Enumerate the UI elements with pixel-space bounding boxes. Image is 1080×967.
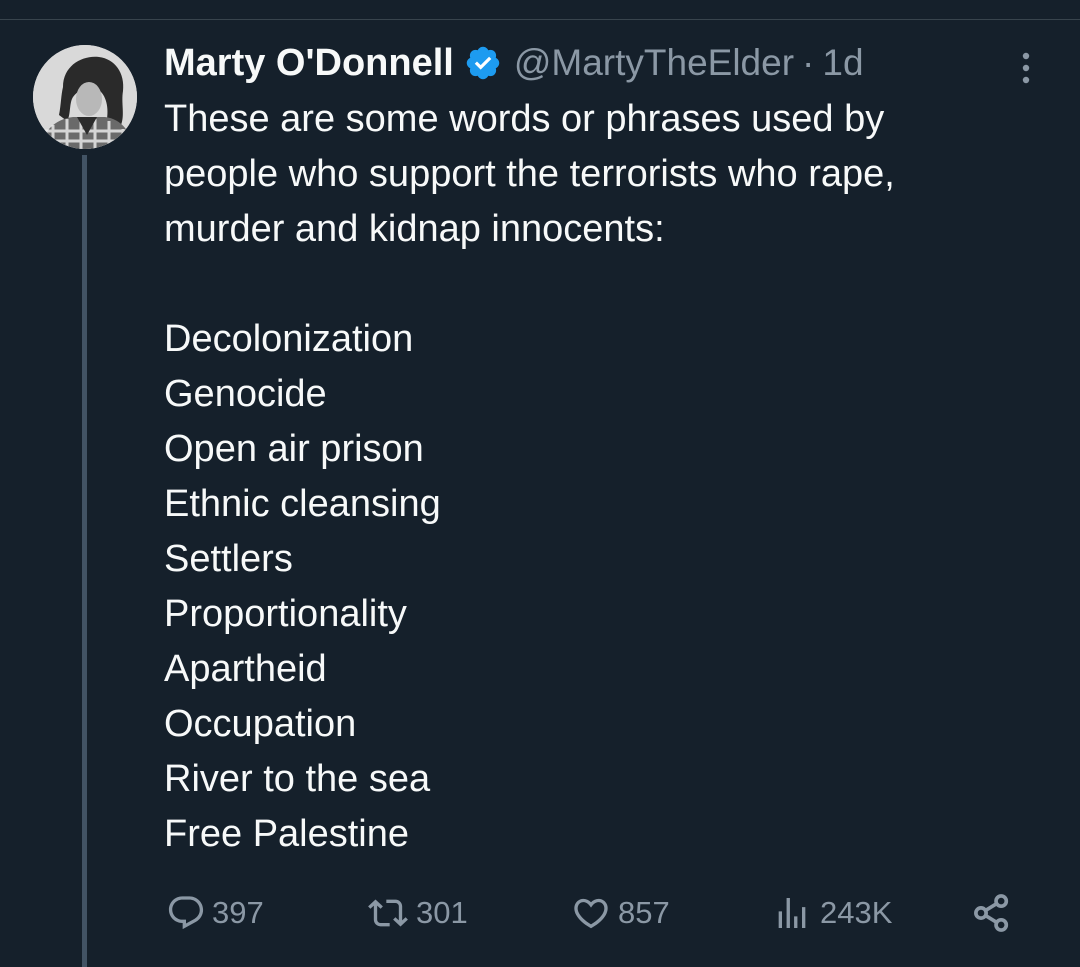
tweet-list-item: Free Palestine — [164, 813, 410, 855]
tweet-list-item: River to the sea — [164, 758, 431, 800]
reply-button[interactable]: 397 — [166, 888, 264, 938]
share-button[interactable] — [970, 888, 1014, 938]
repost-count: 301 — [416, 895, 468, 930]
views-count: 243K — [820, 895, 893, 930]
author-handle[interactable]: @MartyTheElder — [514, 42, 794, 84]
like-button[interactable]: 857 — [570, 888, 670, 938]
tweet-list-item: Apartheid — [164, 648, 327, 690]
tweet-list-item: Settlers — [164, 538, 293, 580]
meta-separator: · — [802, 42, 815, 83]
tweet-intro-line: people who support the terrorists who ra… — [164, 153, 895, 195]
like-count: 857 — [618, 895, 670, 930]
thread-line — [82, 155, 87, 967]
avatar[interactable] — [33, 45, 137, 149]
tweet-list-item: Open air prison — [164, 428, 424, 470]
tweet-list-item: Proportionality — [164, 593, 407, 635]
post-time[interactable]: 1d — [822, 42, 863, 84]
views-icon — [778, 898, 806, 928]
reply-count: 397 — [212, 895, 264, 930]
tweet-list-item: Ethnic cleansing — [164, 483, 441, 525]
heart-icon — [574, 898, 608, 929]
avatar-photo — [33, 45, 137, 149]
action-bar: 397 301 857 243K — [0, 888, 1080, 938]
tweet-list-item: Occupation — [164, 703, 357, 745]
repost-icon — [368, 899, 408, 927]
share-icon — [974, 894, 1009, 932]
tweet-intro-line: These are some words or phrases used by — [164, 98, 885, 140]
verified-badge-icon[interactable] — [464, 44, 502, 82]
more-icon[interactable] — [1010, 48, 1042, 88]
author-name[interactable]: Marty O'Donnell — [164, 42, 454, 85]
tweet-header: Marty O'Donnell @MartyTheElder · 1d — [164, 40, 864, 86]
repost-button[interactable]: 301 — [366, 888, 468, 938]
tweet-list-item: Decolonization — [164, 318, 414, 360]
views-button[interactable]: 243K — [770, 888, 892, 938]
reply-icon — [168, 896, 204, 930]
top-divider — [0, 19, 1080, 20]
tweet-list-item: Genocide — [164, 373, 327, 415]
tweet-intro-line: murder and kidnap innocents: — [164, 208, 665, 250]
tweet-text: These are some words or phrases used by … — [164, 92, 1034, 862]
